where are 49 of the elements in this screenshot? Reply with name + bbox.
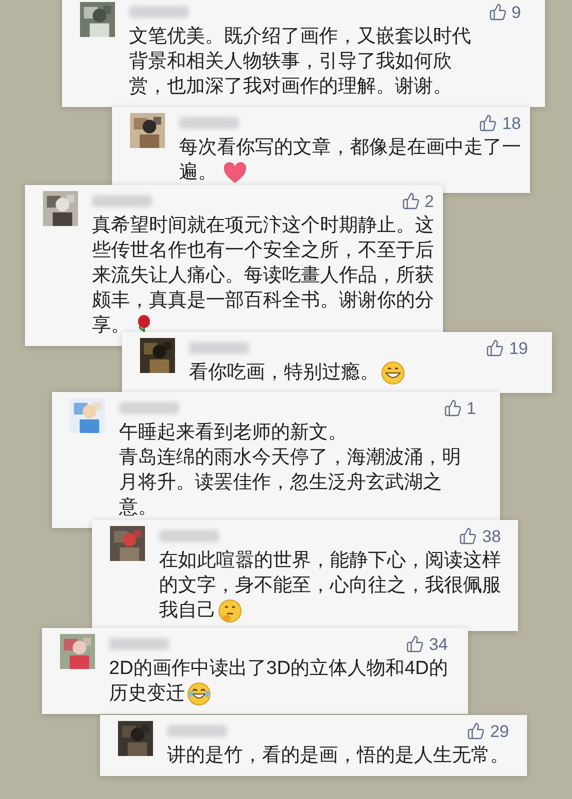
comment-line: 看你吃画，特别过瘾。 — [189, 361, 379, 385]
grinning-emoji-icon — [381, 360, 405, 384]
comment-line: 些传世名作也有一个安全之所，不至于后 — [92, 239, 434, 263]
like-button[interactable]: 2 — [402, 192, 434, 210]
thumbs-up-icon — [406, 635, 424, 653]
comment-line: 意。 — [119, 496, 157, 520]
comment-line: 享。 — [92, 314, 130, 338]
comment-line: 我自己 — [159, 599, 216, 623]
like-button[interactable]: 19 — [486, 339, 528, 357]
comment-line: 真希望时间就在项元汴这个时期静止。这 — [92, 214, 434, 238]
thumbs-up-icon — [402, 192, 420, 210]
like-button[interactable]: 1 — [444, 399, 476, 417]
like-button[interactable]: 34 — [406, 635, 448, 653]
blurred-name — [167, 725, 227, 737]
comment-line: 来流失让人痛心。每读吃畫人作品，所获 — [92, 264, 434, 288]
like-button[interactable]: 38 — [459, 527, 501, 545]
thumbs-up-icon — [486, 339, 504, 357]
comment-line: 讲的是竹，看的是画，悟的是人生无常。 — [167, 744, 509, 768]
comment-line: 午睡起来看到老师的新文。 — [119, 421, 347, 445]
thinking-emoji-icon — [218, 598, 242, 622]
blurred-name — [109, 638, 169, 650]
blurred-name — [129, 6, 189, 18]
thumbs-up-icon — [459, 527, 478, 545]
comment-line: 月将升。读罢佳作，忽生泛舟玄武湖之 — [119, 471, 442, 495]
comment-line: 的文字，身不能至，心向往之，我很佩服 — [159, 574, 501, 598]
blurred-name — [119, 402, 179, 414]
comment-line: 文笔优美。既介绍了画作，又嵌套以时代 — [129, 24, 471, 49]
blurred-name — [179, 117, 239, 129]
blurred-name — [189, 342, 249, 354]
comment-line: 赏，也加深了我对画作的理解。谢谢。 — [129, 75, 452, 99]
comment-line: 在如此喧嚣的世界，能静下心，阅读这样 — [159, 549, 501, 573]
like-button[interactable]: 18 — [479, 114, 521, 132]
like-button[interactable]: 9 — [488, 3, 521, 21]
comment-line: 颇丰，真真是一部百科全书。谢谢你的分 — [92, 289, 434, 313]
laughing-emoji-icon — [187, 682, 211, 706]
blurred-name — [92, 195, 152, 207]
comment-line: 背景和相关人物轶事，引导了我如何欣 — [129, 50, 452, 74]
thumbs-up-icon — [488, 3, 507, 21]
comment-line: 每次看你写的文章，都像是在画中走了一 — [179, 136, 521, 160]
comment-line: 遍。 — [179, 161, 217, 185]
heart-icon — [223, 162, 247, 184]
like-button[interactable]: 29 — [467, 722, 509, 740]
thumbs-up-icon — [467, 722, 486, 740]
comment-line: 青岛连绵的雨水今天停了，海潮波涌，明 — [119, 446, 461, 470]
thumbs-up-icon — [479, 114, 498, 132]
comment-line: 2D的画作中读出了3D的立体人物和4D的 — [109, 657, 448, 681]
blurred-name — [159, 530, 219, 542]
thumbs-up-icon — [444, 399, 462, 417]
comment-line: 历史变迁 — [109, 682, 185, 706]
